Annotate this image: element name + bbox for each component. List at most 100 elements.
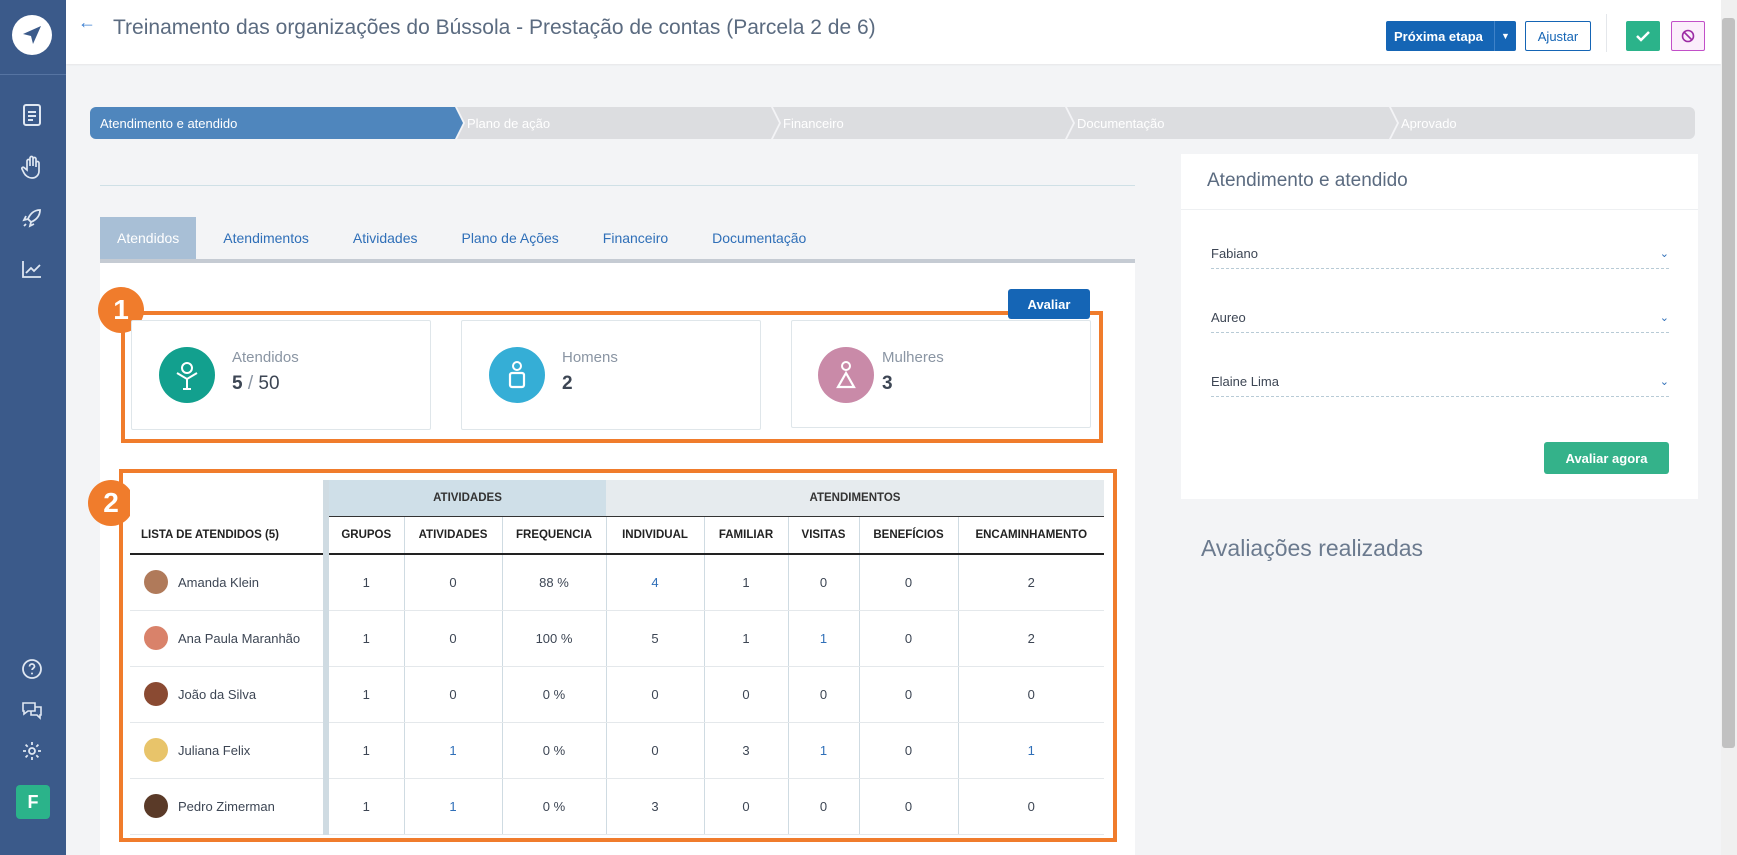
sidebar-item-hand[interactable]	[18, 153, 46, 181]
cell-encaminhamento[interactable]: 1	[957, 722, 1104, 779]
sidebar-item-help[interactable]	[18, 655, 46, 683]
stat-card-mulheres: Mulheres 3	[791, 320, 1091, 428]
approve-button[interactable]	[1626, 21, 1660, 51]
column-header-encaminhamento[interactable]: ENCAMINHAMENTO	[957, 515, 1104, 555]
section-divider	[100, 185, 1135, 186]
gear-icon	[23, 742, 41, 760]
attendee-name[interactable]: Pedro Zimerman	[178, 799, 275, 814]
back-arrow-icon[interactable]: ←	[78, 12, 96, 33]
step-documentacao[interactable]: Documentação	[1067, 107, 1397, 139]
cell-individual: 3	[605, 778, 704, 835]
sidebar-item-chat[interactable]	[18, 696, 46, 724]
cell-frequencia: 0 %	[501, 666, 606, 723]
cell-encaminhamento: 2	[957, 554, 1104, 611]
document-icon	[23, 104, 41, 126]
cell-individual[interactable]: 4	[605, 554, 704, 611]
avatar	[144, 794, 168, 818]
column-header-name[interactable]: LISTA DE ATENDIDOS (5)	[130, 516, 326, 555]
caret-down-icon[interactable]: ▼	[1494, 21, 1516, 51]
tab-financeiro[interactable]: Financeiro	[586, 217, 685, 259]
cancel-button[interactable]	[1671, 21, 1705, 51]
step-financeiro[interactable]: Financeiro	[773, 107, 1073, 139]
column-header-individual[interactable]: INDIVIDUAL	[605, 515, 704, 555]
highlight-badge-2: 2	[88, 480, 134, 526]
cell-visitas[interactable]: 1	[787, 610, 859, 667]
attendee-name[interactable]: Ana Paula Maranhão	[178, 631, 300, 646]
cell-frequencia: 100 %	[501, 610, 606, 667]
attendee-name[interactable]: Juliana Felix	[178, 743, 250, 758]
evaluator-select-3[interactable]: Elaine Lima ⌄	[1211, 367, 1669, 397]
stat-label: Homens	[562, 349, 618, 366]
help-icon	[22, 659, 42, 679]
select-value: Aureo	[1211, 310, 1246, 325]
evaluator-select-2[interactable]: Aureo ⌄	[1211, 303, 1669, 333]
cell-grupos: 1	[323, 722, 404, 779]
table-row[interactable]: Juliana Felix 1 1 0 % 0 3 1 0 1	[130, 722, 1104, 779]
app-logo[interactable]	[12, 15, 52, 55]
column-header-beneficios[interactable]: BENEFÍCIOS	[858, 515, 958, 555]
cell-visitas: 0	[787, 778, 859, 835]
attendee-name[interactable]: João da Silva	[178, 687, 256, 702]
column-header-familiar[interactable]: FAMILIAR	[703, 515, 788, 555]
table-row[interactable]: Ana Paula Maranhão 1 0 100 % 5 1 1 0 2	[130, 610, 1104, 667]
cell-familiar: 1	[703, 610, 788, 667]
page-title: Treinamento das organizações do Bússola …	[113, 16, 876, 39]
step-plano-de-acao[interactable]: Plano de ação	[457, 107, 779, 139]
sidebar-item-settings[interactable]	[18, 737, 46, 765]
group-header-atendimentos: ATENDIMENTOS	[606, 480, 1104, 516]
table-row[interactable]: João da Silva 1 0 0 % 0 0 0 0 0	[130, 666, 1104, 723]
tab-atendimentos[interactable]: Atendimentos	[206, 217, 326, 259]
attendee-name[interactable]: Amanda Klein	[178, 575, 259, 590]
cell-encaminhamento: 0	[957, 666, 1104, 723]
tab-plano-de-acoes[interactable]: Plano de Ações	[444, 217, 575, 259]
stat-card-atendidos: Atendidos 5 / 50	[131, 320, 431, 430]
column-header-visitas[interactable]: VISITAS	[787, 515, 859, 555]
stat-card-homens: Homens 2	[461, 320, 761, 430]
cell-frequencia: 0 %	[501, 778, 606, 835]
sidebar-item-documents[interactable]	[18, 101, 46, 129]
evaluator-select-1[interactable]: Fabiano ⌄	[1211, 239, 1669, 269]
column-header-frequencia[interactable]: FREQUENCIA	[501, 515, 606, 555]
evaluate-button[interactable]: Avaliar	[1008, 289, 1090, 319]
next-step-label: Próxima etapa	[1394, 28, 1483, 44]
cell-visitas: 0	[787, 554, 859, 611]
sidebar-item-rocket[interactable]	[18, 204, 46, 232]
sidebar-divider	[0, 74, 66, 75]
cell-visitas[interactable]: 1	[787, 722, 859, 779]
evaluate-now-button[interactable]: Avaliar agora	[1544, 442, 1669, 474]
cell-atividades[interactable]: 1	[403, 778, 502, 835]
scrollbar-thumb[interactable]	[1722, 18, 1735, 748]
chevron-down-icon: ⌄	[1659, 248, 1669, 260]
cell-atividades[interactable]: 1	[403, 722, 502, 779]
attendees-table: ATIVIDADES ATENDIMENTOS LISTA DE ATENDID…	[130, 480, 1104, 835]
tab-atividades[interactable]: Atividades	[336, 217, 435, 259]
cell-grupos: 1	[323, 778, 404, 835]
adjust-button[interactable]: Ajustar	[1525, 21, 1591, 51]
column-header-atividades[interactable]: ATIVIDADES	[403, 515, 502, 555]
chevron-down-icon: ⌄	[1659, 312, 1669, 324]
tab-atendidos[interactable]: Atendidos	[100, 217, 197, 259]
cell-familiar: 3	[703, 722, 788, 779]
next-step-button[interactable]: Próxima etapa ▼	[1386, 21, 1516, 51]
step-aprovado[interactable]: Aprovado	[1391, 107, 1695, 139]
table-row[interactable]: Pedro Zimerman 1 1 0 % 3 0 0 0 0	[130, 778, 1104, 835]
cell-atividades: 0	[403, 554, 502, 611]
stat-value: 3	[882, 373, 893, 394]
sidebar-item-chart[interactable]	[18, 255, 46, 283]
stat-value: 5 / 50	[232, 373, 280, 394]
user-avatar[interactable]: F	[16, 785, 50, 819]
person-icon	[159, 347, 215, 403]
step-atendimento[interactable]: Atendimento e atendido	[90, 107, 463, 139]
header-divider	[1606, 14, 1607, 52]
column-header-grupos[interactable]: GRUPOS	[323, 515, 404, 555]
evaluation-panel: Atendimento e atendido Fabiano ⌄ Aureo ⌄…	[1181, 154, 1698, 499]
rocket-icon	[22, 209, 41, 228]
stat-label: Mulheres	[882, 349, 944, 366]
table-row[interactable]: Amanda Klein 1 0 88 % 4 1 0 0 2	[130, 554, 1104, 611]
table-corner	[130, 480, 326, 516]
hand-icon	[21, 155, 40, 179]
tab-documentacao[interactable]: Documentação	[695, 217, 823, 259]
stat-label: Atendidos	[232, 349, 299, 366]
cell-atividades: 0	[403, 666, 502, 723]
avatar	[144, 682, 168, 706]
